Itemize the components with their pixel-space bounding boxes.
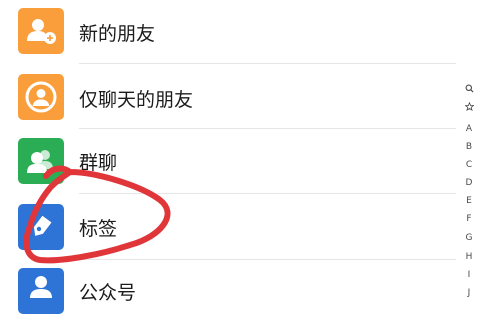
index-letter-g[interactable]: G [458,229,480,247]
contacts-item-label: 公众号 [79,282,137,304]
contacts-item-label: 群聊 [79,152,118,174]
contacts-item-label: 标签 [79,218,118,240]
divider [79,193,456,194]
star-icon[interactable] [458,98,480,116]
index-letter-d[interactable]: D [458,174,480,192]
index-letter-c[interactable]: C [458,156,480,174]
chat-only-user-icon [18,74,64,120]
index-letter-b[interactable]: B [458,138,480,156]
index-letter-e[interactable]: E [458,192,480,210]
contacts-item-tags[interactable]: 标签 [0,195,456,260]
index-letter-h[interactable]: H [458,248,480,266]
contacts-item-label: 仅聊天的朋友 [79,89,194,111]
search-icon[interactable] [458,80,480,98]
add-user-icon [18,8,64,54]
group-chat-icon [18,138,64,184]
alphabet-index-bar[interactable]: A B C D E F G H I J [458,80,480,300]
index-letter-f[interactable]: F [458,210,480,228]
contacts-item-official-accounts[interactable]: 公众号 [0,262,456,326]
divider [79,259,456,260]
contacts-item-new-friends[interactable]: 新的朋友 [0,0,456,64]
index-letter-i[interactable]: I [458,266,480,284]
divider [79,128,456,129]
contacts-item-group-chats[interactable]: 群聊 [0,130,456,194]
index-letter-j[interactable]: J [458,284,480,302]
contacts-item-chat-only-friends[interactable]: 仅聊天的朋友 [0,66,456,130]
index-letter-a[interactable]: A [458,120,480,138]
official-account-icon [18,268,64,314]
divider [79,63,456,64]
contacts-item-label: 新的朋友 [79,23,156,45]
tag-icon [18,204,64,250]
